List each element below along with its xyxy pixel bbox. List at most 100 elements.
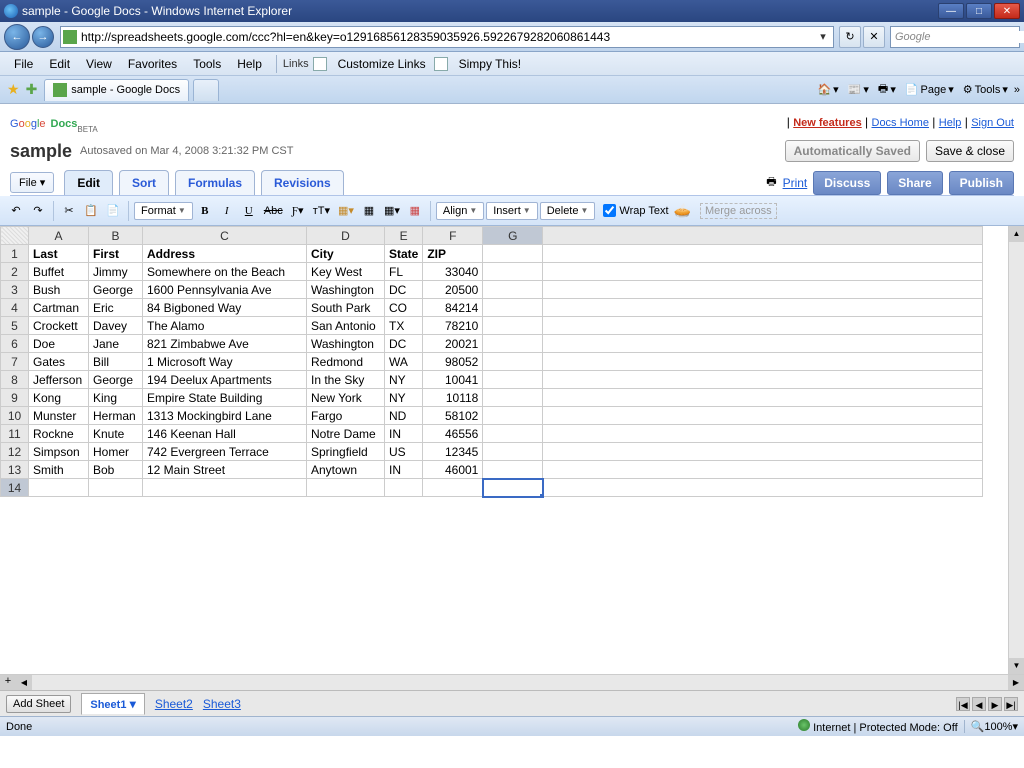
cell[interactable]: Washington	[307, 281, 385, 299]
menu-help[interactable]: Help	[229, 55, 270, 73]
cell[interactable]: Address	[143, 245, 307, 263]
cell[interactable]: WA	[385, 353, 423, 371]
sheet-nav-next-icon[interactable]: ▶	[988, 697, 1002, 711]
column-header[interactable]: F	[423, 227, 483, 245]
minimize-button[interactable]: —	[938, 3, 964, 19]
cell[interactable]: Simpson	[29, 443, 89, 461]
column-header[interactable]: G	[483, 227, 543, 245]
docs-home-link[interactable]: Docs Home	[872, 117, 929, 129]
wrap-text-checkbox[interactable]: Wrap Text	[603, 204, 668, 217]
sheet-tab-2[interactable]: Sheet2	[155, 697, 193, 711]
address-bar[interactable]: ▾	[60, 26, 834, 48]
autosaved-button[interactable]: Automatically Saved	[785, 140, 920, 162]
home-button[interactable]: 🏠▾	[814, 82, 841, 97]
cell[interactable]: 20500	[423, 281, 483, 299]
column-header[interactable]: E	[385, 227, 423, 245]
italic-button[interactable]: I	[217, 200, 237, 222]
bold-button[interactable]: B	[195, 200, 215, 222]
cell[interactable]: Herman	[89, 407, 143, 425]
cell[interactable]: 1 Microsoft Way	[143, 353, 307, 371]
search-box[interactable]: 🔍	[890, 26, 1020, 48]
cell[interactable]: 821 Zimbabwe Ave	[143, 335, 307, 353]
back-button[interactable]: ←	[4, 24, 30, 50]
selected-cell[interactable]	[483, 479, 543, 497]
forward-button[interactable]: →	[32, 26, 54, 48]
add-favorites-icon[interactable]: ✚	[26, 81, 38, 98]
row-header[interactable]: 3	[1, 281, 29, 299]
cell[interactable]: 78210	[423, 317, 483, 335]
sheet-nav-first-icon[interactable]: |◀	[956, 697, 970, 711]
menu-tools[interactable]: Tools	[185, 55, 229, 73]
row-header[interactable]: 12	[1, 443, 29, 461]
cell[interactable]: DC	[385, 281, 423, 299]
scroll-down-icon[interactable]: ▼	[1009, 658, 1024, 674]
cell[interactable]: NY	[385, 389, 423, 407]
cell[interactable]: Cartman	[29, 299, 89, 317]
cell[interactable]: 10041	[423, 371, 483, 389]
cell[interactable]: Empire State Building	[143, 389, 307, 407]
cell[interactable]: US	[385, 443, 423, 461]
underline-button[interactable]: U	[239, 200, 259, 222]
menu-view[interactable]: View	[78, 55, 120, 73]
cell[interactable]: First	[89, 245, 143, 263]
font-size-button[interactable]: тT▾	[310, 200, 333, 222]
cell[interactable]: CO	[385, 299, 423, 317]
scroll-right-icon[interactable]: ▶	[1008, 675, 1024, 690]
cell[interactable]	[423, 479, 483, 497]
cell[interactable]: Jimmy	[89, 263, 143, 281]
cell[interactable]: Gates	[29, 353, 89, 371]
scroll-up-icon[interactable]: ▲	[1009, 226, 1024, 242]
row-header[interactable]: 13	[1, 461, 29, 479]
simpy-this[interactable]: Simpy This!	[451, 55, 529, 73]
cell[interactable]: Crockett	[29, 317, 89, 335]
cell[interactable]: Doe	[29, 335, 89, 353]
cell[interactable]: Anytown	[307, 461, 385, 479]
cell[interactable]: Jefferson	[29, 371, 89, 389]
menu-file[interactable]: File	[6, 55, 41, 73]
cell[interactable]: 33040	[423, 263, 483, 281]
cell[interactable]	[29, 479, 89, 497]
cell[interactable]: Smith	[29, 461, 89, 479]
cell[interactable]: In the Sky	[307, 371, 385, 389]
url-dropdown-icon[interactable]: ▾	[815, 30, 831, 43]
row-header[interactable]: 2	[1, 263, 29, 281]
borders-menu[interactable]: ▦▾	[381, 200, 403, 222]
column-header[interactable]: C	[143, 227, 307, 245]
redo-button[interactable]: ↷	[28, 200, 48, 222]
cell[interactable]: City	[307, 245, 385, 263]
cell[interactable]: 10118	[423, 389, 483, 407]
cell[interactable]: 84 Bigboned Way	[143, 299, 307, 317]
cell[interactable]: Springfield	[307, 443, 385, 461]
clear-format-button[interactable]: ▦	[405, 200, 425, 222]
menu-edit[interactable]: Edit	[41, 55, 78, 73]
cell[interactable]: 12 Main Street	[143, 461, 307, 479]
cell[interactable]: State	[385, 245, 423, 263]
chevron-icon[interactable]: »	[1014, 84, 1020, 96]
print-link[interactable]: Print	[783, 176, 808, 190]
row-header[interactable]: 10	[1, 407, 29, 425]
publish-button[interactable]: Publish	[949, 171, 1014, 195]
browser-tab[interactable]: sample - Google Docs	[44, 79, 189, 101]
new-tab-button[interactable]	[193, 79, 219, 101]
row-header[interactable]: 6	[1, 335, 29, 353]
undo-button[interactable]: ↶	[6, 200, 26, 222]
signout-link[interactable]: Sign Out	[971, 117, 1014, 129]
cell[interactable]: Bill	[89, 353, 143, 371]
tab-revisions[interactable]: Revisions	[261, 170, 344, 195]
horizontal-scrollbar[interactable]: + ◀ ▶	[0, 674, 1024, 690]
page-menu[interactable]: 📄Page▾	[902, 82, 957, 97]
cell[interactable]: Bob	[89, 461, 143, 479]
close-button[interactable]: ✕	[994, 3, 1020, 19]
sheet-nav-last-icon[interactable]: ▶|	[1004, 697, 1018, 711]
tab-edit[interactable]: Edit	[64, 170, 113, 195]
row-header[interactable]: 8	[1, 371, 29, 389]
cell[interactable]	[89, 479, 143, 497]
cell[interactable]: ND	[385, 407, 423, 425]
column-header[interactable]: B	[89, 227, 143, 245]
row-header[interactable]: 9	[1, 389, 29, 407]
cell[interactable]: Homer	[89, 443, 143, 461]
maximize-button[interactable]: □	[966, 3, 992, 19]
add-sheet-button[interactable]: Add Sheet	[6, 695, 71, 713]
chart-icon[interactable]: 🥧	[671, 200, 694, 222]
feeds-button[interactable]: 📰▾	[845, 82, 872, 97]
